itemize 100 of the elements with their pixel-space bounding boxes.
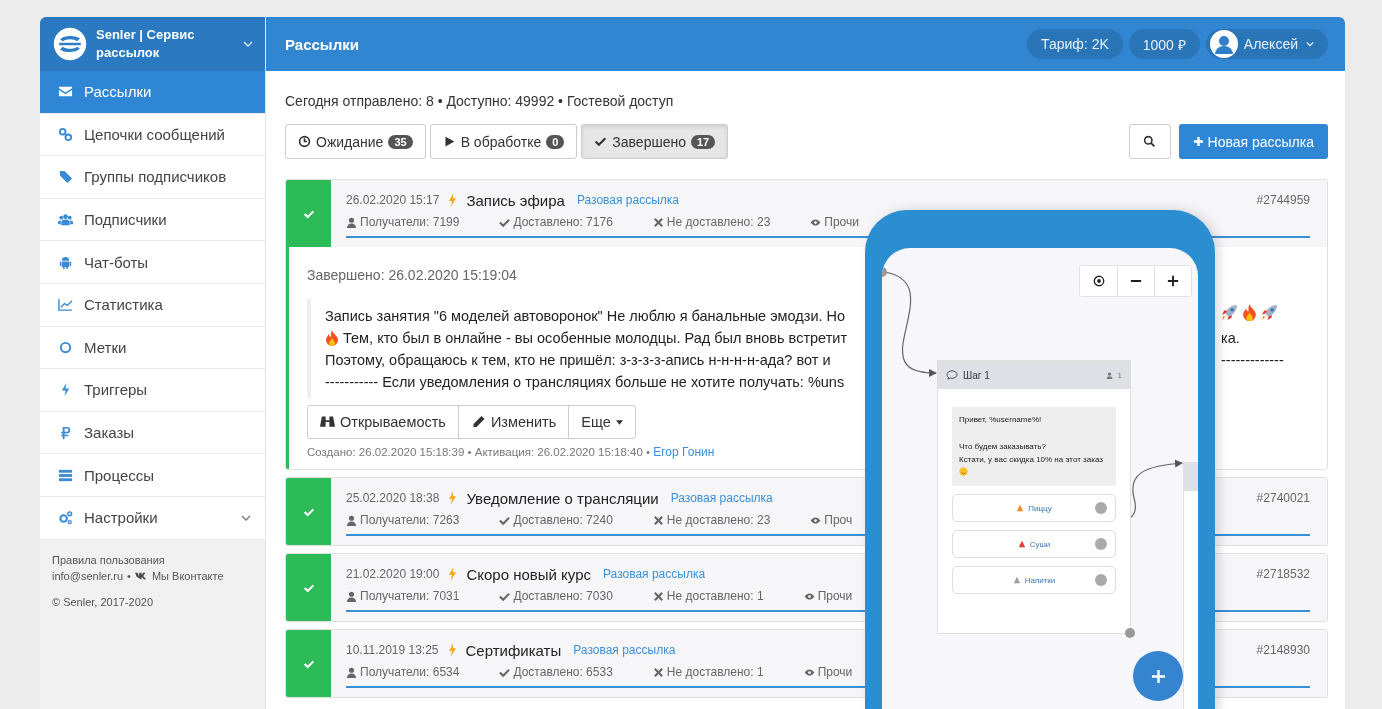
- finished-time: Завершено: 26.02.2020 15:19:04: [307, 267, 517, 283]
- user-icon: [346, 514, 357, 526]
- tariff-badge[interactable]: Тариф: 2K: [1027, 29, 1123, 59]
- message-text: Кстати, у вас скидка 10% на этот заказ: [959, 454, 1104, 466]
- more-button[interactable]: Еще: [568, 405, 636, 439]
- search-button[interactable]: [1128, 124, 1171, 159]
- fire-icon: [325, 330, 339, 346]
- status-tab[interactable]: Ожидание 35: [285, 124, 426, 159]
- search-icon: [1143, 135, 1157, 148]
- lightning-icon: [448, 193, 458, 207]
- reply-button[interactable]: Суши: [952, 530, 1116, 558]
- reply-button[interactable]: Пиццу: [952, 494, 1116, 522]
- sidebar-item[interactable]: Цепочки сообщений: [40, 113, 265, 157]
- page-title: Рассылки: [285, 35, 359, 53]
- message-line: Запись занятия "6 моделей автоворонок" Не люблю я банальные эмодзи. Но: [325, 306, 847, 326]
- brand-header[interactable]: Senler | Сервис рассылок: [40, 17, 265, 71]
- terms-link[interactable]: Правила пользования: [52, 553, 253, 566]
- sidebar-item[interactable]: Настройки: [40, 496, 265, 540]
- rocket-icon: [1261, 304, 1278, 321]
- edit-button[interactable]: Изменить: [457, 405, 570, 439]
- recipients-count: Получатели: 7199: [360, 215, 460, 229]
- robot-icon: [58, 254, 73, 270]
- plus-icon: [1167, 275, 1179, 287]
- sidebar-item[interactable]: Подписчики: [40, 198, 265, 242]
- recipients-count: Получатели: 6534: [360, 665, 460, 679]
- caret-icon: [615, 419, 623, 425]
- rocket-icon: [1221, 304, 1238, 321]
- speech-bubble-icon: [946, 370, 958, 380]
- smiley-icon: [959, 466, 968, 476]
- add-button[interactable]: [1133, 651, 1183, 701]
- binoculars-icon: [320, 415, 335, 429]
- mailing-title: Запись эфира: [466, 191, 565, 209]
- connector-dot[interactable]: [1125, 628, 1135, 638]
- separator: •: [127, 569, 131, 582]
- step-title: Шаг 1: [963, 369, 990, 381]
- step-node[interactable]: Шаг 1 1 Привет, %username%! Что будем заказывать? Кстати, у вас скидка 10% на этот заказ Пиццу Суши Напитки: [937, 360, 1131, 634]
- connector-dot[interactable]: [1095, 502, 1107, 514]
- sidebar-item[interactable]: Группы подписчиков: [40, 156, 265, 199]
- mailing-date: 10.11.2019 13:25: [346, 643, 439, 657]
- ruble-icon: [58, 425, 73, 441]
- user-icon: [346, 590, 357, 602]
- food-icon: [1012, 576, 1021, 584]
- message-line: ка.: [1221, 330, 1240, 346]
- subscriber-count: 1: [1117, 370, 1122, 380]
- count-badge: 17: [691, 134, 716, 149]
- failed-count: Не доставлено: 23: [666, 513, 771, 527]
- plus-icon: [1150, 668, 1166, 684]
- message-text: Что будем заказывать?: [959, 440, 1047, 453]
- email-link[interactable]: info@senler.ru: [52, 569, 124, 582]
- sidebar-item[interactable]: Рассылки: [40, 71, 265, 114]
- avatar-icon: [1209, 30, 1238, 58]
- chart-icon: [58, 297, 73, 313]
- mailing-title: Уведомление о трансляции: [466, 489, 659, 507]
- cross-icon: [652, 666, 664, 678]
- mailing-date: 26.02.2020 15:17: [346, 193, 440, 207]
- balance-badge[interactable]: 1000 ₽: [1128, 29, 1200, 59]
- message-line: ----------- Если уведомления о трансляциях больше не хотите получать: %uns: [325, 373, 846, 392]
- recipients-count: Получатели: 7263: [360, 513, 460, 527]
- failed-count: Не доставлено: 23: [666, 215, 771, 229]
- cross-icon: [652, 514, 664, 526]
- author-link[interactable]: Егор Гонин: [653, 445, 715, 459]
- message-line: -------------: [1221, 352, 1284, 368]
- check-icon: [499, 666, 511, 678]
- status-tab[interactable]: В обработке 0: [429, 124, 578, 159]
- sidebar-item[interactable]: Метки: [40, 326, 265, 370]
- eye-icon: [810, 514, 822, 526]
- vk-link[interactable]: Мы Вконтакте: [151, 569, 224, 582]
- read-count: Прочи: [817, 665, 853, 679]
- mailing-id: #2744959: [1256, 193, 1310, 207]
- sidebar-item[interactable]: Заказы: [40, 411, 265, 455]
- brand-name: Senler | Сервис рассылок: [96, 26, 196, 62]
- user-icon: [346, 666, 357, 678]
- user-menu[interactable]: Алексей: [1205, 29, 1328, 59]
- status-tab[interactable]: Завершено 17: [581, 124, 729, 159]
- new-mailing-button[interactable]: Новая рассылка: [1178, 124, 1328, 159]
- check-icon: [499, 514, 511, 526]
- check-icon: [594, 135, 608, 148]
- reply-button[interactable]: Напитки: [952, 566, 1116, 594]
- sidebar-item[interactable]: Процессы: [40, 454, 265, 497]
- message-line: Тем, кто был в онлайне - вы особенные молодцы. Рад был вновь встретит: [325, 327, 848, 349]
- cross-icon: [652, 590, 664, 602]
- connector-dot[interactable]: [1095, 538, 1107, 550]
- vk-icon: [134, 571, 148, 580]
- eye-icon: [803, 666, 815, 678]
- eye-icon: [810, 216, 822, 228]
- delivered-count: Доставлено: 7030: [513, 589, 613, 603]
- food-icon: [1016, 504, 1025, 512]
- delivered-count: Доставлено: 7176: [513, 215, 613, 229]
- zoom-in-button[interactable]: [1154, 266, 1191, 296]
- sidebar-item[interactable]: Триггеры: [40, 369, 265, 412]
- lightning-icon: [448, 491, 458, 505]
- plus-icon: [1192, 136, 1204, 147]
- failed-count: Не доставлено: 1: [666, 665, 764, 679]
- sidebar-item[interactable]: Чат-боты: [40, 241, 265, 284]
- failed-count: Не доставлено: 1: [666, 589, 764, 603]
- lightning-icon: [447, 643, 457, 657]
- message-text: Привет, %username%!: [959, 414, 1043, 426]
- connector-dot[interactable]: [1095, 574, 1107, 586]
- sidebar-item[interactable]: Статистика: [40, 283, 265, 327]
- open-rate-button[interactable]: Открываемость: [307, 405, 459, 439]
